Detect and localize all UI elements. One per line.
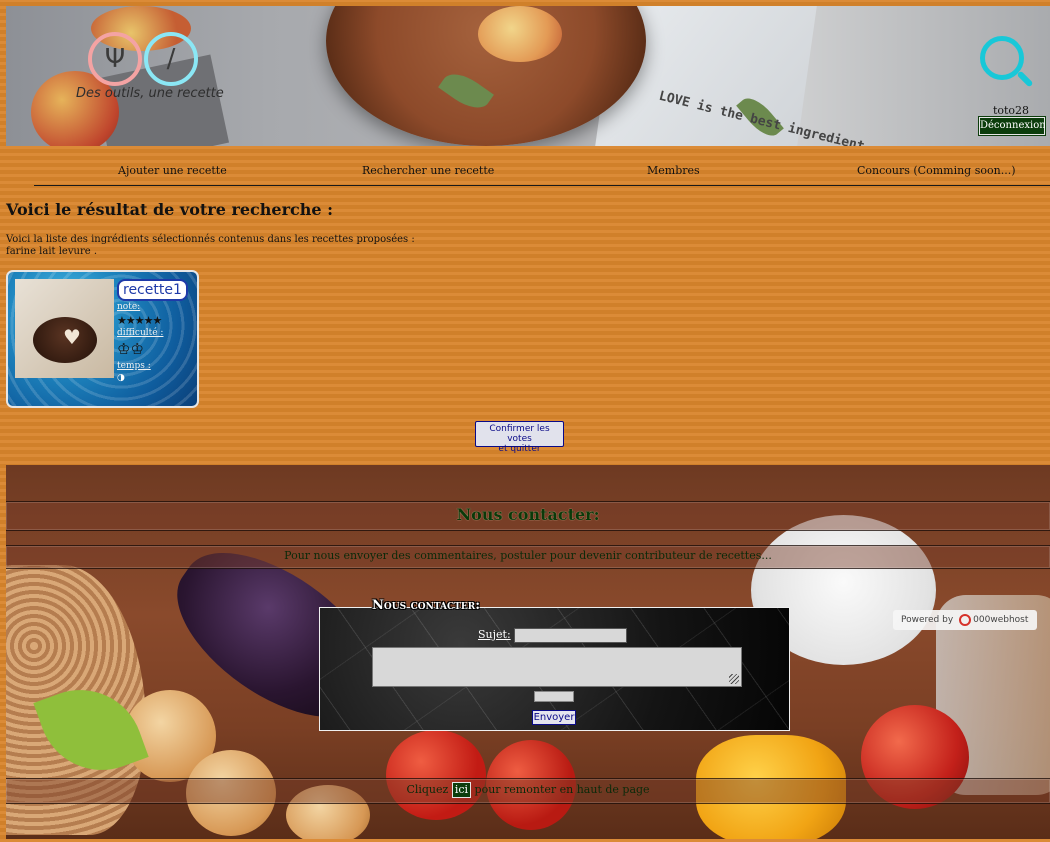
back-top-text-before: Cliquez bbox=[406, 783, 449, 796]
description-line: Voici la liste des ingrédients sélection… bbox=[6, 234, 415, 245]
subject-input[interactable] bbox=[514, 628, 627, 643]
clock-icon: ◑ bbox=[117, 373, 125, 383]
star-icon[interactable]: ★ bbox=[153, 314, 163, 327]
logo-text: Des outils, une recette bbox=[76, 86, 224, 101]
chef-hat-icon: ♔ bbox=[130, 340, 144, 358]
confirm-label-line2: et quitter bbox=[498, 444, 541, 454]
host-badge-name: 000webhost bbox=[973, 615, 1029, 625]
search-icon[interactable] bbox=[980, 36, 1034, 92]
star-icon[interactable]: ★ bbox=[117, 314, 127, 327]
host-badge-prefix: Powered by bbox=[901, 615, 954, 625]
chef-hat-icon: ♔ bbox=[117, 340, 131, 358]
main-nav: Ajouter une recette Rechercher une recet… bbox=[34, 160, 1050, 186]
back-to-top: Cliquez ici pour remonter en haut de pag… bbox=[6, 778, 1050, 804]
difficulty-hats: ♔♔ bbox=[117, 340, 144, 358]
difficulty-label: difficulté : bbox=[117, 328, 164, 338]
fork-logo-icon[interactable]: Ψ bbox=[88, 32, 142, 86]
recipe-title-link[interactable]: recette1 bbox=[117, 279, 188, 301]
subject-label: Sujet: bbox=[478, 628, 511, 641]
rating-stars[interactable]: ★★★★★ bbox=[117, 314, 163, 327]
time-label: temps : bbox=[117, 361, 151, 371]
form-title: Nous contacter: bbox=[372, 598, 481, 613]
contact-subtitle: Pour nous envoyer des commentaires, post… bbox=[284, 549, 772, 562]
apple-decoration bbox=[478, 6, 562, 62]
tomato-decoration bbox=[386, 730, 486, 820]
header-banner: LOVE is the best ingredient Ψ / Des outi… bbox=[6, 6, 1050, 146]
page-title: Voici le résultat de votre recherche : bbox=[6, 200, 334, 219]
star-icon[interactable]: ★ bbox=[126, 314, 136, 327]
note-label: note: bbox=[117, 302, 141, 312]
confirm-votes-button[interactable]: Confirmer les votes et quitter bbox=[475, 421, 564, 454]
resize-handle-icon[interactable] bbox=[729, 674, 739, 684]
star-icon[interactable]: ★ bbox=[135, 314, 145, 327]
nav-item-contest[interactable]: Concours (Comming soon...) bbox=[857, 164, 1015, 177]
footer: Nous contacter: Pour nous envoyer des co… bbox=[6, 465, 1050, 839]
nav-item-members[interactable]: Membres bbox=[647, 164, 700, 177]
captcha-input[interactable] bbox=[534, 691, 574, 702]
contact-heading: Nous contacter: bbox=[456, 505, 600, 524]
cake-image: ♥ bbox=[33, 317, 97, 363]
back-to-top-link[interactable]: ici bbox=[451, 782, 472, 798]
contact-form: Nous contacter: Sujet: Envoyer bbox=[319, 598, 790, 731]
nav-item-search-recipe[interactable]: Rechercher une recette bbox=[362, 164, 494, 177]
star-icon[interactable]: ★ bbox=[144, 314, 154, 327]
knife-logo-icon[interactable]: / bbox=[144, 32, 198, 86]
ingredients-list: farine lait levure . bbox=[6, 246, 97, 257]
recipe-photo[interactable]: ♥ bbox=[15, 279, 114, 378]
back-top-text-after: pour remonter en haut de page bbox=[474, 783, 650, 796]
logout-button[interactable]: Déconnexion bbox=[978, 116, 1046, 136]
confirm-label-line1: Confirmer les votes bbox=[489, 424, 550, 444]
recipe-card[interactable]: ♥ recette1 note: ★★★★★ difficulté : ♔♔ t… bbox=[6, 270, 199, 408]
host-badge[interactable]: Powered by 000webhost bbox=[893, 610, 1037, 630]
result-description: Voici la liste des ingrédients sélection… bbox=[6, 234, 415, 258]
host-logo-icon bbox=[959, 613, 972, 626]
nav-item-add-recipe[interactable]: Ajouter une recette bbox=[118, 164, 227, 177]
username: toto28 bbox=[992, 104, 1030, 117]
message-textarea[interactable] bbox=[372, 647, 742, 687]
send-button[interactable]: Envoyer bbox=[532, 710, 576, 725]
